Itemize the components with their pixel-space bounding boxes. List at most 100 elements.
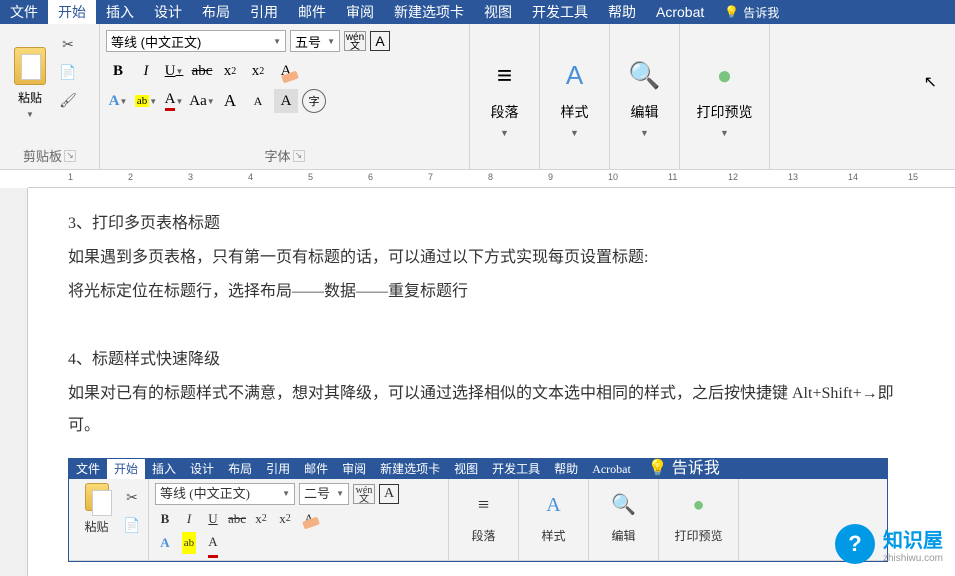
tab-insert[interactable]: 插入 — [145, 459, 183, 479]
styles-group[interactable]: A 样式 — [519, 479, 589, 560]
tab-mailings[interactable]: 邮件 — [288, 0, 336, 24]
copy-button[interactable]: 📄 — [122, 517, 142, 537]
format-painter-button[interactable]: 🖌 — [58, 90, 78, 110]
editing-group[interactable]: 🔍 编辑 ▼ — [610, 24, 680, 169]
character-border-button[interactable]: A — [379, 484, 399, 504]
paste-button[interactable]: 粘贴 ▼ — [6, 28, 54, 138]
paragraph-group[interactable]: ≡ 段落 — [449, 479, 519, 560]
paste-label: 粘贴 — [18, 89, 42, 106]
font-size-select[interactable]: 五号▼ — [290, 30, 340, 52]
font-group: 等线 (中文正文)▼ 五号▼ wén 文 A B I U ▼ abc x2 x2… — [100, 24, 470, 169]
clear-formatting-button[interactable]: A — [299, 509, 319, 529]
tab-new[interactable]: 新建选项卡 — [384, 0, 474, 24]
font-dialog-launcher[interactable]: ↘ — [293, 150, 305, 162]
cut-button[interactable]: ✂ — [58, 34, 78, 54]
phonetic-guide-button[interactable]: wén文 — [353, 484, 375, 504]
editing-label: 编辑 — [631, 102, 659, 122]
tab-insert[interactable]: 插入 — [96, 0, 144, 24]
tell-me-box[interactable]: 💡 告诉我 — [714, 4, 789, 21]
document-content[interactable]: 3、打印多页表格标题 如果遇到多页表格，只有第一页有标题的话，可以通过以下方式实… — [28, 188, 955, 576]
tab-acrobat[interactable]: Acrobat — [585, 459, 638, 479]
change-case-button[interactable]: Aa▼ — [190, 89, 214, 113]
paragraph-group[interactable]: ≡ 段落 ▼ — [470, 24, 540, 169]
print-preview-label: 打印预览 — [697, 102, 753, 122]
paragraph-icon: ≡ — [478, 492, 489, 518]
embedded-screenshot: 文件 开始 插入 设计 布局 引用 邮件 审阅 新建选项卡 视图 开发工具 帮助… — [68, 458, 888, 562]
font-color-button[interactable]: A▼ — [162, 89, 186, 113]
highlight-button[interactable]: ab — [179, 533, 199, 553]
styles-label: 样式 — [561, 102, 589, 122]
tab-view[interactable]: 视图 — [474, 0, 522, 24]
font-name-select[interactable]: 等线 (中文正文)▼ — [106, 30, 286, 52]
italic-button[interactable]: I — [134, 59, 158, 83]
highlight-button[interactable]: ab▼ — [134, 89, 158, 113]
tab-mailings[interactable]: 邮件 — [297, 459, 335, 479]
tab-view[interactable]: 视图 — [447, 459, 485, 479]
tab-layout[interactable]: 布局 — [221, 459, 259, 479]
tab-home[interactable]: 开始 — [107, 459, 145, 479]
character-shading-button[interactable]: A — [274, 89, 298, 113]
tab-design[interactable]: 设计 — [183, 459, 221, 479]
tab-file[interactable]: 文件 — [69, 459, 107, 479]
bold-button[interactable]: B — [106, 59, 130, 83]
search-icon: 🔍 — [611, 492, 636, 518]
print-preview-group[interactable]: ● 打印预览 ▼ — [680, 24, 770, 169]
cursor-icon: ↖ — [924, 72, 937, 92]
tab-references[interactable]: 引用 — [259, 459, 297, 479]
tab-help[interactable]: 帮助 — [547, 459, 585, 479]
tab-design[interactable]: 设计 — [144, 0, 192, 24]
enclose-characters-button[interactable]: 字 — [302, 89, 326, 113]
left-gutter — [0, 188, 28, 576]
superscript-button[interactable]: x2 — [246, 59, 270, 83]
phonetic-guide-button[interactable]: wén 文 — [344, 31, 366, 51]
character-border-button[interactable]: A — [370, 31, 390, 51]
bold-button[interactable]: B — [155, 509, 175, 529]
font-size-select[interactable]: 二号▼ — [299, 483, 349, 505]
embedded-ribbon: 粘贴 ✂ 📄 等线 (中文正文)▼ 二号▼ — [69, 479, 887, 561]
tab-file[interactable]: 文件 — [0, 0, 48, 24]
doc-line: 将光标定位在标题行，选择布局——数据——重复标题行 — [68, 276, 915, 308]
shrink-font-button[interactable]: A — [246, 89, 270, 113]
watermark-title: 知识屋 — [883, 524, 943, 553]
paste-icon — [14, 47, 46, 85]
superscript-button[interactable]: x2 — [275, 509, 295, 529]
strikethrough-button[interactable]: abc — [190, 59, 214, 83]
text-effects-button[interactable]: A ▼ — [106, 89, 130, 113]
tab-layout[interactable]: 布局 — [192, 0, 240, 24]
subscript-button[interactable]: x2 — [251, 509, 271, 529]
copy-button[interactable]: 📄 — [58, 62, 78, 82]
watermark-icon: ? — [835, 524, 875, 564]
font-name-select[interactable]: 等线 (中文正文)▼ — [155, 483, 295, 505]
tab-home[interactable]: 开始 — [48, 0, 96, 24]
subscript-button[interactable]: x2 — [218, 59, 242, 83]
tab-developer[interactable]: 开发工具 — [485, 459, 547, 479]
ruler[interactable]: 12 34 56 78 910 1112 1314 15 — [28, 170, 955, 188]
ribbon: 粘贴 ▼ ✂ 📄 🖌 剪贴板 ↘ 等线 (中文正文)▼ 五号▼ — [0, 24, 955, 170]
clipboard-dialog-launcher[interactable]: ↘ — [64, 150, 76, 162]
text-effects-button[interactable]: A — [155, 533, 175, 553]
tab-acrobat[interactable]: Acrobat — [646, 0, 714, 24]
tab-review[interactable]: 审阅 — [336, 0, 384, 24]
tab-developer[interactable]: 开发工具 — [522, 0, 598, 24]
tab-review[interactable]: 审阅 — [335, 459, 373, 479]
tell-me-label: 告诉我 — [743, 4, 779, 21]
underline-button[interactable]: U ▼ — [162, 59, 186, 83]
paste-button[interactable]: 粘贴 — [75, 483, 118, 539]
underline-button[interactable]: U — [203, 509, 223, 529]
print-preview-group[interactable]: ● 打印预览 — [659, 479, 739, 560]
doc-line: 如果对已有的标题样式不满意，想对其降级，可以通过选择相似的文本选中相同的样式，之… — [68, 378, 915, 442]
ribbon-tabs: 文件 开始 插入 设计 布局 引用 邮件 审阅 新建选项卡 视图 开发工具 帮助… — [0, 0, 955, 24]
font-group-label: 字体 — [264, 146, 290, 165]
grow-font-button[interactable]: A — [218, 89, 242, 113]
watermark: ? 知识屋 zhishiwu.com — [835, 524, 943, 564]
italic-button[interactable]: I — [179, 509, 199, 529]
cut-button[interactable]: ✂ — [122, 489, 142, 509]
styles-group[interactable]: A 样式 ▼ — [540, 24, 610, 169]
editing-group[interactable]: 🔍 编辑 — [589, 479, 659, 560]
clear-formatting-button[interactable]: A — [274, 59, 298, 83]
tab-help[interactable]: 帮助 — [598, 0, 646, 24]
tab-references[interactable]: 引用 — [240, 0, 288, 24]
tab-new[interactable]: 新建选项卡 — [373, 459, 447, 479]
strikethrough-button[interactable]: abc — [227, 509, 247, 529]
font-color-button[interactable]: A — [203, 533, 223, 553]
